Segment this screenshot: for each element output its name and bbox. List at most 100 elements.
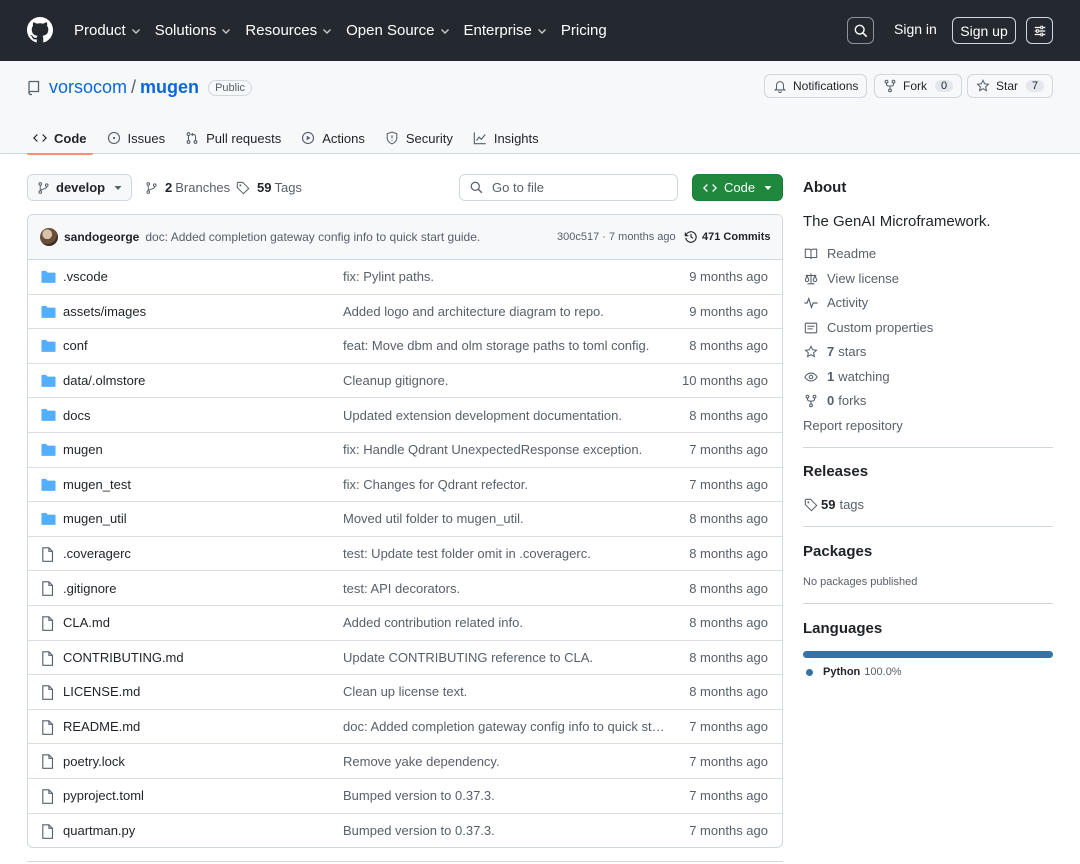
branches-link[interactable]: 2 Branches bbox=[145, 180, 230, 195]
go-to-file-input[interactable]: Go to file bbox=[459, 174, 678, 201]
file-name-link[interactable]: mugen_test bbox=[63, 477, 131, 492]
sign-up-button[interactable]: Sign up bbox=[952, 17, 1016, 44]
folder-icon bbox=[41, 513, 56, 526]
about-heading: About bbox=[803, 179, 847, 196]
file-commit-message-link[interactable]: Remove yake dependency. bbox=[343, 754, 500, 769]
commit-sha-time[interactable]: 300c517 · 7 months ago bbox=[557, 231, 676, 243]
file-name-link[interactable]: pyproject.toml bbox=[63, 788, 144, 803]
file-commit-message-link[interactable]: Moved util folder to mugen_util. bbox=[343, 511, 524, 526]
file-commit-message-link[interactable]: Bumped version to 0.37.3. bbox=[343, 788, 495, 803]
activity-link[interactable]: Activity bbox=[803, 295, 868, 310]
file-commit-message-link[interactable]: Added contribution related info. bbox=[343, 615, 523, 630]
go-to-file-placeholder: Go to file bbox=[492, 180, 545, 195]
file-name-link[interactable]: mugen_util bbox=[63, 511, 127, 526]
file-commit-message-link[interactable]: Updated extension development documentat… bbox=[343, 408, 622, 423]
github-logo-icon[interactable] bbox=[27, 17, 53, 43]
file-commit-message-link[interactable]: fix: Pylint paths. bbox=[343, 269, 434, 284]
repo-name-link[interactable]: mugen bbox=[140, 77, 199, 98]
file-name-link[interactable]: conf bbox=[63, 338, 88, 353]
star-count: 7 bbox=[1026, 80, 1045, 92]
fork-button[interactable]: Fork 0 bbox=[874, 74, 963, 98]
file-name-link[interactable]: CONTRIBUTING.md bbox=[63, 650, 184, 665]
watchers-link[interactable]: 1 watching bbox=[803, 369, 890, 384]
forks-count: 0 bbox=[827, 393, 835, 408]
file-commit-message-link[interactable]: test: Update test folder omit in .covera… bbox=[343, 546, 591, 561]
file-name-link[interactable]: assets/images bbox=[63, 304, 146, 319]
tab-issues[interactable]: Issues bbox=[101, 122, 172, 154]
file-commit-message-link[interactable]: Clean up license text. bbox=[343, 684, 467, 699]
commit-message-link[interactable]: doc: Added completion gateway config inf… bbox=[145, 230, 480, 244]
nav-resources[interactable]: Resources bbox=[245, 22, 332, 39]
file-name-link[interactable]: poetry.lock bbox=[63, 754, 125, 769]
packages-heading[interactable]: Packages bbox=[803, 543, 872, 560]
chevron-down-icon bbox=[222, 28, 231, 34]
code-icon bbox=[703, 183, 717, 192]
release-tags-link[interactable]: 59 tags bbox=[803, 497, 864, 512]
stars-link[interactable]: 7 stars bbox=[803, 344, 866, 359]
custom-properties-link[interactable]: Custom properties bbox=[803, 320, 933, 335]
appearance-menu-button[interactable] bbox=[1026, 17, 1053, 44]
language-python[interactable]: Python 100.0% bbox=[806, 666, 902, 678]
tab-code[interactable]: Code bbox=[27, 122, 93, 155]
tab-pull-requests[interactable]: Pull requests bbox=[179, 122, 287, 154]
commits-count: 471 Commits bbox=[702, 231, 771, 243]
nav-open-source[interactable]: Open Source bbox=[346, 22, 449, 39]
language-bar bbox=[803, 651, 1053, 658]
file-commit-message-link[interactable]: fix: Handle Qdrant UnexpectedResponse ex… bbox=[343, 442, 642, 457]
file-name-link[interactable]: .vscode bbox=[63, 269, 108, 284]
star-button[interactable]: Star 7 bbox=[967, 74, 1054, 98]
file-name-link[interactable]: .gitignore bbox=[63, 581, 116, 596]
file-name-link[interactable]: README.md bbox=[63, 719, 140, 734]
file-commit-message-link[interactable]: Bumped version to 0.37.3. bbox=[343, 823, 495, 838]
file-commit-message-link[interactable]: fix: Changes for Qdrant refector. bbox=[343, 477, 528, 492]
avatar[interactable] bbox=[40, 228, 58, 246]
nav-enterprise[interactable]: Enterprise bbox=[464, 22, 547, 39]
watching-label: watching bbox=[838, 369, 890, 384]
readme-link[interactable]: Readme bbox=[803, 246, 876, 261]
tab-security[interactable]: Security bbox=[379, 122, 459, 154]
table-row: .coveragerc test: Update test folder omit… bbox=[28, 537, 782, 572]
tab-insights[interactable]: Insights bbox=[467, 122, 545, 154]
nav-product[interactable]: Product bbox=[74, 22, 141, 39]
commits-history-link[interactable]: 471 Commits bbox=[684, 230, 770, 244]
file-commit-message-link[interactable]: Update CONTRIBUTING reference to CLA. bbox=[343, 650, 593, 665]
file-commit-message-link[interactable]: test: API decorators. bbox=[343, 581, 460, 596]
license-link[interactable]: View license bbox=[803, 271, 899, 286]
file-commit-message-link[interactable]: feat: Move dbm and olm storage paths to … bbox=[343, 338, 649, 353]
releases-heading[interactable]: Releases bbox=[803, 463, 868, 480]
activity-label: Activity bbox=[827, 295, 869, 310]
branch-select-button[interactable]: develop bbox=[27, 174, 132, 201]
commit-author-link[interactable]: sandogeorge bbox=[64, 230, 139, 244]
file-name-link[interactable]: LICENSE.md bbox=[63, 684, 140, 699]
tab-actions[interactable]: Actions bbox=[295, 122, 371, 154]
nav-product-label: Product bbox=[74, 22, 126, 39]
report-repository-link[interactable]: Report repository bbox=[803, 418, 903, 433]
file-name-link[interactable]: data/.olmstore bbox=[63, 373, 145, 388]
sign-in-link[interactable]: Sign in bbox=[894, 21, 937, 37]
nav-solutions[interactable]: Solutions bbox=[155, 22, 232, 39]
search-button[interactable] bbox=[847, 17, 874, 44]
file-name-link[interactable]: .coveragerc bbox=[63, 546, 131, 561]
file-commit-message-link[interactable]: Cleanup gitignore. bbox=[343, 373, 449, 388]
file-name-link[interactable]: quartman.py bbox=[63, 823, 135, 838]
file-name-link[interactable]: docs bbox=[63, 408, 90, 423]
file-name-link[interactable]: CLA.md bbox=[63, 615, 110, 630]
file-commit-date: 8 months ago bbox=[689, 511, 768, 527]
code-download-button[interactable]: Code bbox=[692, 174, 783, 201]
file-name-link[interactable]: mugen bbox=[63, 442, 103, 457]
latest-commit-bar: sandogeorge doc: Added completion gatewa… bbox=[28, 215, 782, 260]
file-commit-message-link[interactable]: doc: Added completion gateway config inf… bbox=[343, 719, 666, 734]
folder-icon bbox=[41, 478, 56, 491]
forks-link[interactable]: 0 forks bbox=[803, 393, 866, 408]
file-commit-message-link[interactable]: Added logo and architecture diagram to r… bbox=[343, 304, 604, 319]
language-name: Python bbox=[823, 666, 861, 678]
repo-owner-link[interactable]: vorsocom bbox=[49, 77, 127, 98]
file-commit-date: 8 months ago bbox=[689, 684, 768, 700]
notifications-button[interactable]: Notifications bbox=[764, 74, 868, 98]
tab-security-label: Security bbox=[405, 130, 453, 146]
tags-link[interactable]: 59 Tags bbox=[236, 180, 302, 195]
table-row: mugen fix: Handle Qdrant UnexpectedRespon… bbox=[28, 433, 782, 468]
table-row: LICENSE.md Clean up license text. 8 months… bbox=[28, 675, 782, 710]
nav-pricing[interactable]: Pricing bbox=[561, 22, 607, 39]
packages-empty-text: No packages published bbox=[803, 576, 918, 588]
